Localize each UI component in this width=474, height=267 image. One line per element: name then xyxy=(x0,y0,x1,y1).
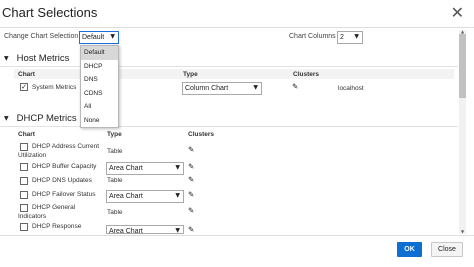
change-selection-select[interactable]: Default ▼ xyxy=(79,31,119,44)
pencil-icon[interactable]: ✎ xyxy=(188,162,194,171)
dhcp-metrics-header[interactable]: ▼ DHCP Metrics xyxy=(4,113,77,124)
dhcp-buffer-capacity-type-value: Area Chart xyxy=(109,165,143,172)
dhcp-address-utilization-label-line2: Utilization xyxy=(18,152,47,159)
collapse-triangle-icon: ▼ xyxy=(4,115,9,122)
scroll-up-arrow-icon[interactable]: ▲ xyxy=(459,29,466,34)
dropdown-option-none[interactable]: None xyxy=(81,114,118,128)
dhcp-general-indicators-label-line2: Indicators xyxy=(18,213,47,220)
column-header-type: Type xyxy=(107,131,122,138)
chevron-down-icon: ▼ xyxy=(354,33,359,40)
dropdown-option-dhcp[interactable]: DHCP xyxy=(81,60,118,74)
chevron-down-icon: ▼ xyxy=(175,192,180,199)
footer-divider xyxy=(0,235,474,236)
system-metrics-cluster: localhost xyxy=(338,85,364,92)
dhcp-failover-status-checkbox[interactable] xyxy=(20,191,28,199)
dhcp-response-checkbox[interactable] xyxy=(20,223,28,231)
chevron-down-icon: ▼ xyxy=(253,84,258,91)
system-metrics-type-select[interactable]: Column Chart ▼ xyxy=(182,82,262,95)
dhcp-general-indicators-label-line1: DHCP General xyxy=(32,204,76,211)
close-button[interactable]: Close xyxy=(431,242,463,257)
column-header-chart: Chart xyxy=(18,131,35,138)
dhcp-failover-status-type-value: Area Chart xyxy=(109,193,143,200)
column-header-clusters: Clusters xyxy=(293,71,320,78)
dhcp-address-utilization-checkbox[interactable] xyxy=(20,143,28,151)
dhcp-buffer-capacity-checkbox[interactable] xyxy=(20,163,28,171)
column-header-clusters: Clusters xyxy=(188,131,215,138)
dhcp-response-type-value: Area Chart xyxy=(109,228,143,234)
ok-button[interactable]: OK xyxy=(397,242,422,257)
column-header-type: Type xyxy=(183,71,198,78)
host-metrics-title: Host Metrics xyxy=(16,53,70,64)
dhcp-address-utilization-type: Table xyxy=(107,148,123,155)
dhcp-dns-updates-type: Table xyxy=(107,177,123,184)
pencil-icon[interactable]: ✎ xyxy=(292,82,298,91)
dhcp-address-utilization-label-line1: DHCP Address Current xyxy=(32,143,100,150)
collapse-triangle-icon: ▼ xyxy=(4,55,9,62)
change-selection-dropdown: Default DHCP DNS CDNS All None xyxy=(80,45,119,128)
chevron-down-icon: ▼ xyxy=(175,227,180,234)
dhcp-failover-status-label: DHCP Failover Status xyxy=(32,191,96,198)
dhcp-response-label: DHCP Response xyxy=(32,223,82,230)
dhcp-buffer-capacity-label: DHCP Buffer Capacity xyxy=(32,163,97,170)
dhcp-general-indicators-checkbox[interactable] xyxy=(20,204,28,212)
close-icon[interactable]: ✕ xyxy=(451,3,464,22)
chart-columns-select[interactable]: 2 ▼ xyxy=(337,31,363,44)
dhcp-dns-updates-label: DHCP DNS Updates xyxy=(32,177,92,184)
change-selection-label: Change Chart Selection xyxy=(4,33,79,40)
title-divider xyxy=(0,27,474,28)
chart-columns-value: 2 xyxy=(340,34,344,41)
dhcp-failover-status-type-select[interactable]: Area Chart ▼ xyxy=(106,190,184,203)
section-divider xyxy=(0,126,458,127)
column-header-chart: Chart xyxy=(18,71,35,78)
pencil-icon[interactable]: ✎ xyxy=(188,175,194,184)
dhcp-buffer-capacity-type-select[interactable]: Area Chart ▼ xyxy=(106,162,184,175)
dropdown-option-default[interactable]: Default xyxy=(81,46,118,60)
chevron-down-icon: ▼ xyxy=(110,33,115,40)
dialog-title: Chart Selections xyxy=(2,5,98,20)
dropdown-option-cdns[interactable]: CDNS xyxy=(81,87,118,101)
dhcp-response-type-select[interactable]: Area Chart ▼ xyxy=(106,225,184,234)
pencil-icon[interactable]: ✎ xyxy=(188,225,194,234)
section-divider xyxy=(0,66,458,67)
chevron-down-icon: ▼ xyxy=(175,164,180,171)
scroll-down-arrow-icon[interactable]: ▼ xyxy=(459,229,466,234)
scrollbar-thumb[interactable] xyxy=(459,34,466,98)
pencil-icon[interactable]: ✎ xyxy=(188,206,194,215)
host-metrics-header[interactable]: ▼ Host Metrics xyxy=(4,53,69,64)
dropdown-option-all[interactable]: All xyxy=(81,100,118,114)
pencil-icon[interactable]: ✎ xyxy=(188,190,194,199)
system-metrics-label: System Metrics xyxy=(32,84,77,91)
system-metrics-type-value: Column Chart xyxy=(185,85,229,92)
change-selection-value: Default xyxy=(82,34,105,41)
pencil-icon[interactable]: ✎ xyxy=(188,145,194,154)
system-metrics-checkbox[interactable]: ✓ xyxy=(20,83,28,91)
dhcp-general-indicators-type: Table xyxy=(107,209,123,216)
dhcp-dns-updates-checkbox[interactable] xyxy=(20,177,28,185)
chart-columns-label: Chart Columns xyxy=(289,33,336,40)
dhcp-metrics-title: DHCP Metrics xyxy=(16,113,77,124)
dropdown-option-dns[interactable]: DNS xyxy=(81,73,118,87)
